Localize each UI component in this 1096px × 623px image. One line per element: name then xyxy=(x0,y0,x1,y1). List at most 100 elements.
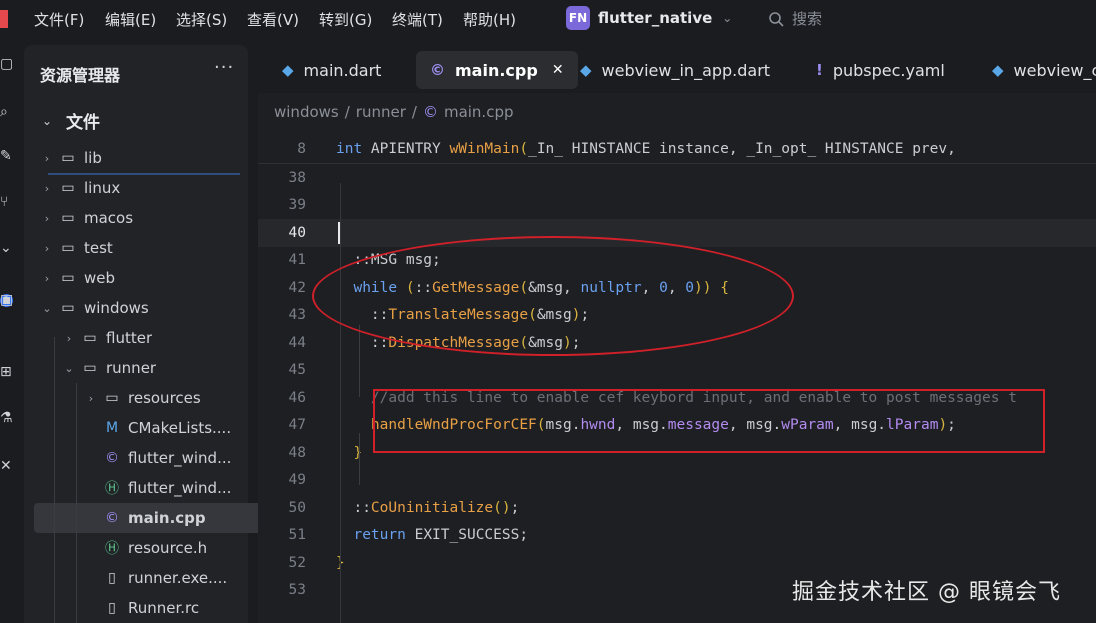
menu-file[interactable]: 文件(F) xyxy=(34,9,84,30)
tree-item-label: web xyxy=(84,269,116,287)
tab-pubspec[interactable]: ! pubspec.yaml xyxy=(802,51,959,89)
tree-item[interactable]: › ▭ macos xyxy=(24,203,256,233)
folder-icon: ▭ xyxy=(61,150,75,166)
tools-icon[interactable]: ✕ xyxy=(0,458,14,474)
search-label: 搜索 xyxy=(792,10,823,28)
breadcrumb-item[interactable]: runner xyxy=(356,103,406,121)
tree-item-label: linux xyxy=(84,179,121,197)
close-icon[interactable]: ✕ xyxy=(552,62,564,78)
section-files-label: 文件 xyxy=(66,113,100,133)
code-line[interactable]: 49 xyxy=(258,467,1096,495)
dart-icon: ◆ xyxy=(282,61,294,79)
explorer-panel: 资源管理器 ··· ⌄ 文件 › ▭ lib › ▭ linux › ▭ macos › ▭ test… xyxy=(24,45,290,623)
tree-item[interactable]: › ▭ test xyxy=(24,233,256,263)
annotation-rectangle xyxy=(373,389,1045,453)
code-line[interactable]: 39 xyxy=(258,192,1096,220)
tree-item-label: windows xyxy=(84,299,149,317)
tab-main-cpp[interactable]: © main.cpp ✕ xyxy=(416,51,578,89)
line-number: 49 xyxy=(288,472,306,489)
chevron-right-icon[interactable]: › xyxy=(40,152,54,165)
file-icon: ▯ xyxy=(108,570,116,586)
breadcrumb-item[interactable]: windows xyxy=(274,103,339,121)
code-line[interactable]: 50 ::CoUninitialize(); xyxy=(258,494,1096,522)
project-switcher[interactable]: FN flutter_native ⌄ xyxy=(566,5,732,31)
code-line[interactable]: 38 xyxy=(258,164,1096,192)
text-cursor xyxy=(338,222,340,244)
line-number: 50 xyxy=(288,499,306,516)
tree-item-label: flutter xyxy=(106,329,153,347)
more-icon[interactable]: ··· xyxy=(214,57,234,78)
tree-item[interactable]: ⌄ ▭ windows xyxy=(24,293,256,323)
annotation-ellipse xyxy=(312,236,794,356)
flask-icon[interactable]: ⚗ xyxy=(0,410,14,426)
line-number: 8 xyxy=(297,140,306,157)
app-logo-icon[interactable] xyxy=(0,10,8,28)
menu-help[interactable]: 帮助(H) xyxy=(463,9,516,30)
code-line[interactable]: 45 xyxy=(258,357,1096,385)
tab-webview-c[interactable]: ◆ webview_c xyxy=(978,51,1096,89)
chevron-right-icon[interactable]: › xyxy=(84,392,98,405)
breadcrumb-item[interactable]: main.cpp xyxy=(444,103,514,121)
breadcrumb: windows / runner / © main.cpp xyxy=(274,103,520,121)
apps-icon[interactable]: ⊞ xyxy=(0,364,14,380)
tree-item-label: resources xyxy=(128,389,201,407)
code-line[interactable]: 51 return EXIT_SUCCESS; xyxy=(258,522,1096,550)
tree-item[interactable]: › ▭ linux xyxy=(24,173,256,203)
menu-go[interactable]: 转到(G) xyxy=(319,9,372,30)
folder-icon: ▭ xyxy=(61,210,75,226)
tree-item[interactable]: ⌄ ▭ runner xyxy=(24,353,278,383)
drop-indicator xyxy=(48,173,240,175)
line-number: 40 xyxy=(288,224,306,241)
menu-terminal[interactable]: 终端(T) xyxy=(392,9,443,30)
folder-icon: ▭ xyxy=(83,360,97,376)
code-line[interactable]: 52} xyxy=(258,549,1096,577)
yaml-icon: ! xyxy=(816,61,823,79)
chevron-right-icon[interactable]: › xyxy=(40,212,54,225)
tab-webview-in-app[interactable]: ◆ webview_in_app.dart xyxy=(566,51,784,89)
folder-icon: ▭ xyxy=(61,300,75,316)
line-number: 46 xyxy=(288,389,306,406)
source-control-icon[interactable]: ⑂ xyxy=(0,194,14,210)
folder-icon: ▭ xyxy=(61,240,75,256)
tab-main-dart[interactable]: ◆ main.dart xyxy=(268,51,395,89)
indent-guide xyxy=(359,325,360,397)
chevron-right-icon[interactable]: › xyxy=(62,332,76,345)
line-number: 41 xyxy=(288,252,306,269)
explorer-icon[interactable]: ▢ xyxy=(0,56,14,72)
search-box[interactable]: 搜索 xyxy=(768,8,822,29)
chevron-right-icon[interactable]: › xyxy=(40,272,54,285)
tab-label: webview_in_app.dart xyxy=(601,60,771,80)
tab-label: main.dart xyxy=(303,60,382,80)
sticky-scroll-line[interactable]: 8 int APIENTRY wWinMain(_In_ HINSTANCE i… xyxy=(258,135,1096,164)
tree-item[interactable]: © main.cpp xyxy=(34,503,290,533)
indent-guide xyxy=(340,183,341,623)
line-number: 45 xyxy=(288,362,306,379)
run-icon[interactable]: ▣ xyxy=(0,292,14,308)
chevron-right-icon[interactable]: › xyxy=(40,182,54,195)
cpp-icon: © xyxy=(430,61,445,79)
tab-label: pubspec.yaml xyxy=(832,60,945,80)
menu-edit[interactable]: 编辑(E) xyxy=(105,9,156,30)
indent-guide xyxy=(359,433,360,485)
header-file-icon: Ⓗ xyxy=(105,541,119,557)
chevron-right-icon[interactable]: › xyxy=(40,242,54,255)
section-files[interactable]: ⌄ 文件 xyxy=(42,108,100,133)
tree-item[interactable]: › ▭ flutter xyxy=(24,323,278,353)
code-line[interactable]: 8 int APIENTRY wWinMain(_In_ HINSTANCE i… xyxy=(258,135,1096,163)
tree-item[interactable]: › ▭ lib xyxy=(24,143,256,173)
menu-selection[interactable]: 选择(S) xyxy=(176,9,227,30)
edit-icon[interactable]: ✎ xyxy=(0,148,14,164)
extensions-icon[interactable]: ⌄ xyxy=(0,240,14,256)
tree-item-label: runner xyxy=(106,359,157,377)
code-line[interactable]: 40 xyxy=(258,219,1096,247)
menu-bar: 文件(F) 编辑(E) 选择(S) 查看(V) 转到(G) 终端(T) 帮助(H… xyxy=(0,0,1096,38)
line-number: 52 xyxy=(288,554,306,571)
code-text: return EXIT_SUCCESS; xyxy=(353,527,529,544)
tree-item[interactable]: › ▭ web xyxy=(24,263,256,293)
menu-view[interactable]: 查看(V) xyxy=(247,9,299,30)
explorer-title: 资源管理器 xyxy=(40,66,121,85)
chevron-down-icon[interactable]: ⌄ xyxy=(62,362,76,375)
chevron-down-icon[interactable]: ⌄ xyxy=(40,302,54,315)
search-activity-icon[interactable]: ⌕ xyxy=(0,104,14,120)
activity-bar: ▢ ⌕ ✎ ⑂ ⌄ 2 ▣ ⊞ ⚗ ✕ xyxy=(0,38,20,623)
